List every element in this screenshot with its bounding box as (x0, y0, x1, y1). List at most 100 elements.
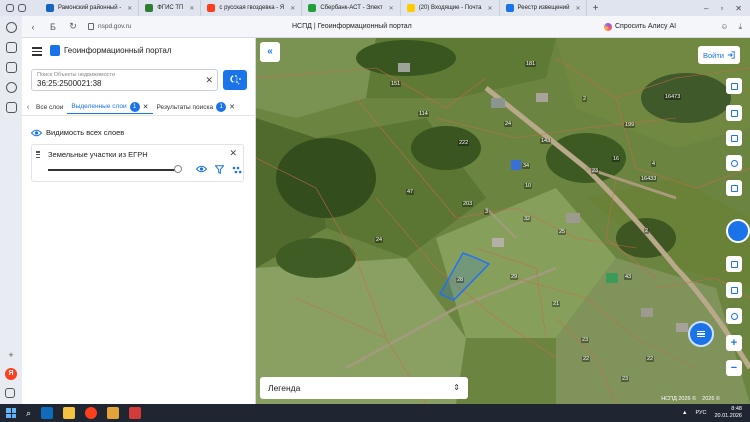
layer-visibility-icon[interactable] (196, 165, 207, 173)
search-input[interactable] (37, 79, 187, 88)
music-icon[interactable] (5, 82, 17, 93)
zoom-in-button[interactable]: + (726, 335, 742, 351)
tab-close-icon[interactable]: ✕ (127, 5, 132, 12)
language-indicator[interactable]: РУС (695, 410, 706, 416)
browser-tab[interactable]: Рамонский районный - ✕ (40, 0, 140, 16)
chat-button[interactable] (688, 321, 714, 347)
close-tab-icon[interactable]: ✕ (143, 103, 149, 111)
tab-selected-layers[interactable]: Выделенные слои 1 ✕ (67, 100, 153, 114)
downloads-icon[interactable]: ⤓ (738, 22, 742, 32)
layers-icon (730, 82, 738, 90)
layers-tool-button[interactable] (726, 78, 742, 94)
tab-close-icon[interactable]: ✕ (290, 5, 295, 12)
compass-icon (730, 312, 738, 320)
remove-layer-icon[interactable]: ✕ (229, 148, 237, 159)
history-icon[interactable] (5, 22, 17, 33)
sliders-icon (233, 74, 243, 84)
tab-label: Рамонский районный - (58, 5, 122, 11)
browser-tab[interactable]: ФГИС ТП ✕ (139, 0, 202, 16)
basemap-tool-button[interactable] (726, 105, 742, 121)
map-copyright: НСПД 2026 © 2026 © (661, 396, 720, 402)
url-text: nspd.gov.ru (98, 23, 132, 30)
browser-tab[interactable]: с русская гвоздевка - Я ✕ (201, 0, 303, 16)
tab-count-badge: 1 (129, 101, 140, 112)
browser-tab[interactable]: (20) Входящие - Почта ✕ (401, 0, 500, 16)
accessibility-eye-button[interactable] (726, 219, 750, 243)
parcel-number: 4 (651, 161, 657, 167)
layer-style-icon[interactable] (232, 166, 242, 174)
close-tab-icon[interactable]: ✕ (229, 103, 235, 111)
parcel-number: 199 (624, 122, 636, 128)
search-icon[interactable]: ⌕ (26, 408, 31, 419)
app-icon[interactable] (129, 407, 142, 419)
share-icon (730, 159, 738, 167)
add-panel-icon[interactable]: + (5, 350, 17, 360)
explorer-icon[interactable] (63, 407, 76, 419)
browser-tab[interactable]: Сбербанк-АСТ - Элект ✕ (302, 0, 401, 16)
opacity-slider-track[interactable] (48, 169, 176, 171)
zoom-out-button[interactable]: − (726, 360, 742, 376)
sidebar-settings-icon[interactable] (5, 388, 15, 398)
chat-icon (697, 330, 705, 339)
fullscreen-tool-button[interactable] (726, 180, 742, 196)
clear-search-icon[interactable]: ✕ (205, 75, 213, 86)
tab-search-results[interactable]: Результаты поиска 1 ✕ (153, 100, 240, 114)
search-settings-button[interactable] (232, 73, 244, 87)
url-field[interactable]: nspd.gov.ru (88, 23, 131, 30)
measure-tool-button[interactable] (726, 282, 742, 298)
collections-icon[interactable] (5, 62, 17, 73)
browser-tab[interactable]: Реестр извещений ✕ (500, 0, 588, 16)
parcel-number: 22 (582, 356, 591, 362)
drag-handle-icon[interactable] (36, 151, 40, 159)
yandex-browser-icon[interactable] (85, 407, 98, 419)
toggle-all-visibility[interactable]: Видимость всех слоев (31, 128, 124, 137)
print-icon (730, 134, 738, 142)
opacity-slider-handle[interactable] (174, 165, 182, 173)
parcel-number: 25 (558, 229, 567, 235)
tabs-menu-icon[interactable] (6, 4, 14, 12)
tab-close-icon[interactable]: ✕ (189, 5, 194, 12)
parcel-number: 2 (582, 96, 588, 102)
map-view[interactable]: 151 181 2 114 24 16473 143 34 199 10 23 … (256, 38, 750, 404)
profile-icon[interactable]: ☺ (720, 22, 728, 32)
plus-icon: + (730, 337, 738, 349)
tab-close-icon[interactable]: ✕ (575, 5, 580, 12)
clock[interactable]: 8:48 20.01.2026 (714, 406, 742, 420)
parcel-number: 22 (646, 356, 655, 362)
layers-panel: Геоинформационный портал Поиск Объекты н… (22, 38, 256, 404)
new-tab-button[interactable]: + (587, 3, 603, 14)
legend-dropdown[interactable]: Легенда ⇕ (260, 377, 468, 399)
tab-all-layers[interactable]: Все слои (32, 100, 67, 114)
search-field[interactable]: Поиск Объекты недвижимости ✕ (31, 69, 218, 91)
notes-icon[interactable] (5, 102, 17, 113)
windows-start-icon[interactable] (6, 408, 16, 418)
close-window-icon[interactable]: ✕ (735, 4, 742, 13)
tabs-list-icon[interactable] (18, 4, 26, 12)
share-tool-button[interactable] (726, 155, 742, 171)
tab-close-icon[interactable]: ✕ (487, 5, 492, 12)
menu-icon[interactable] (32, 47, 42, 58)
parcel-number: 34 (522, 163, 531, 169)
back-button[interactable]: ‹ (28, 22, 38, 32)
compass-button[interactable] (726, 308, 742, 324)
outlook-icon[interactable] (41, 407, 54, 419)
minimize-icon[interactable]: – (704, 4, 708, 13)
filter-icon[interactable] (215, 165, 224, 174)
reload-button[interactable]: ↻ (68, 21, 78, 32)
ruler-icon (730, 286, 738, 294)
geolocation-button[interactable] (726, 256, 742, 272)
yandex-b-icon[interactable]: Б (48, 22, 58, 32)
minus-icon: − (730, 362, 738, 374)
files-icon[interactable] (107, 407, 120, 419)
print-tool-button[interactable] (726, 130, 742, 146)
maximize-icon[interactable]: ▫ (720, 4, 723, 13)
tab-close-icon[interactable]: ✕ (389, 5, 394, 12)
tabs-scroll-left-icon[interactable]: ‹ (24, 104, 32, 111)
login-button[interactable]: Войти (698, 46, 740, 64)
collapse-panel-button[interactable]: « (260, 42, 280, 62)
parcel-number: 24 (375, 237, 384, 243)
bookmarks-icon[interactable] (5, 42, 17, 53)
ask-alice-button[interactable]: Спросить Алису AI (604, 22, 676, 31)
yandex-icon[interactable]: Я (5, 368, 17, 380)
network-icon[interactable]: ▲ (682, 410, 687, 416)
